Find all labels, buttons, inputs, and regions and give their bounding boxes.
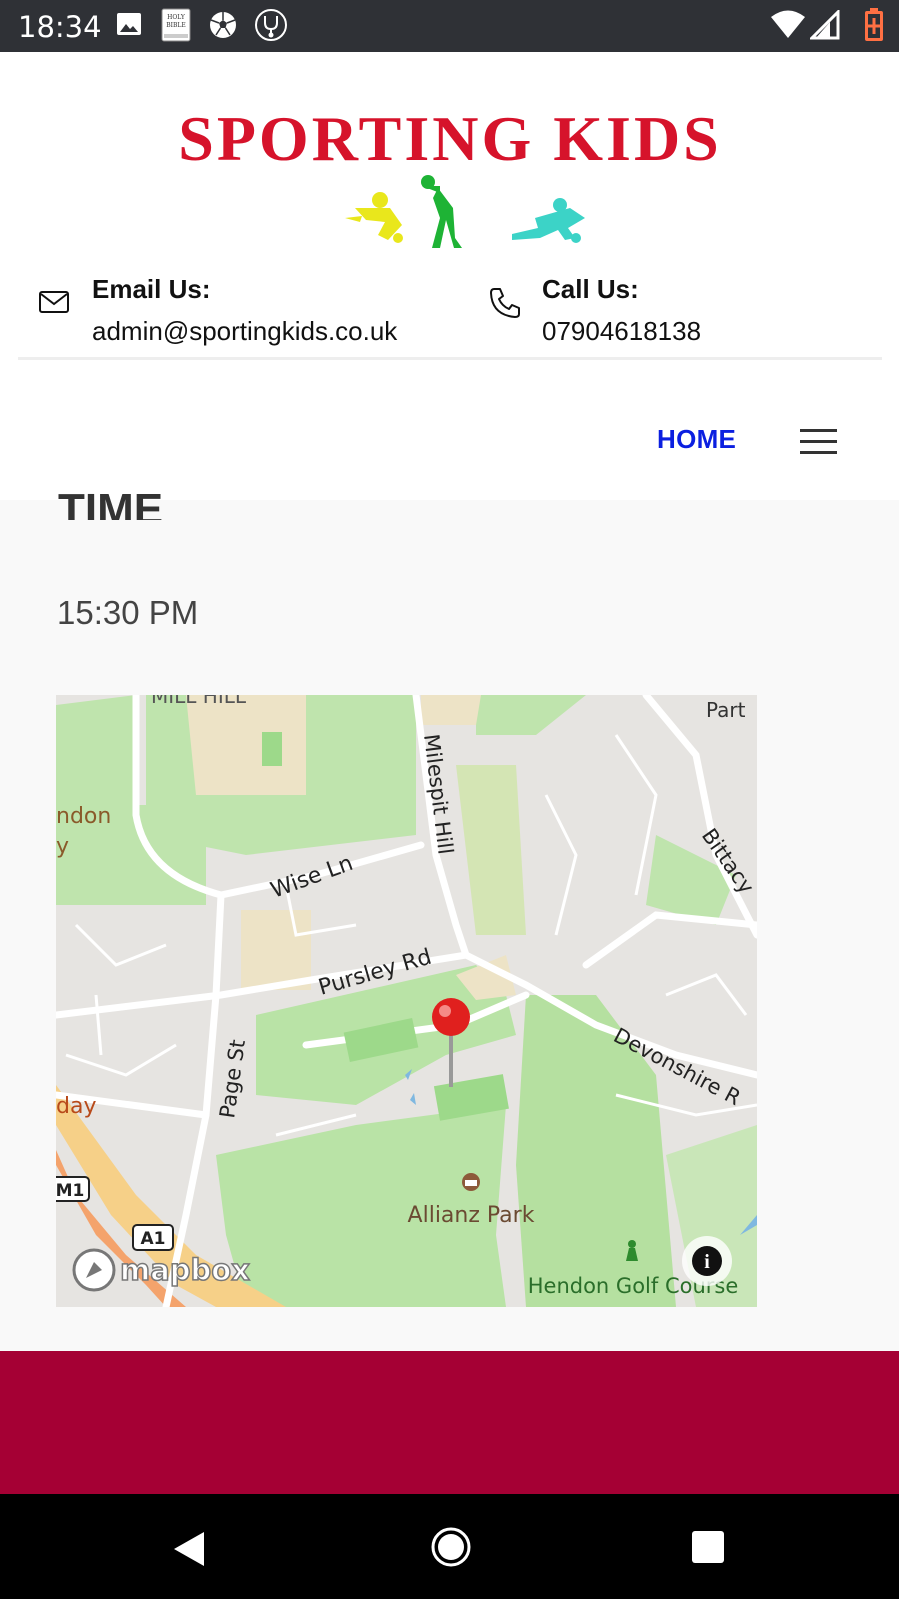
map-label-y: y xyxy=(56,834,69,859)
mapbox-logo-icon: mapbox xyxy=(72,1248,251,1292)
event-time: 15:30 PM xyxy=(57,594,199,631)
email-value[interactable]: admin@sportingkids.co.uk xyxy=(92,316,397,347)
stethoscope-icon xyxy=(255,9,287,41)
m1-shield-icon: M1 xyxy=(56,1176,90,1202)
recents-icon[interactable] xyxy=(691,1530,725,1564)
mail-icon xyxy=(39,291,69,313)
phone-icon xyxy=(490,288,520,318)
phone-value[interactable]: 07904618138 xyxy=(542,316,701,347)
map-attribution: mapbox xyxy=(120,1253,250,1287)
map-info-icon: i xyxy=(682,1236,732,1286)
header-divider xyxy=(18,357,882,360)
cyan-player-icon xyxy=(512,198,585,243)
section-title: TIME xyxy=(58,485,164,520)
stadium-icon xyxy=(462,1173,480,1191)
home-circle-icon[interactable] xyxy=(430,1526,472,1568)
phone-label: Call Us: xyxy=(542,274,639,304)
hamburger-menu-icon[interactable] xyxy=(800,429,837,455)
status-time: 18:34 xyxy=(18,10,102,44)
email-label: Email Us: xyxy=(92,274,211,304)
bible-text: HOLY xyxy=(167,14,186,21)
battery-icon xyxy=(865,8,883,41)
wifi-icon xyxy=(771,10,805,38)
sporting-kids-logo[interactable]: SPORTING KIDS xyxy=(140,90,760,250)
green-player-icon xyxy=(421,175,462,248)
map-label-a1: A1 xyxy=(141,1229,166,1249)
signal-icon xyxy=(810,10,840,40)
system-nav-bar xyxy=(0,1494,899,1599)
yellow-player-icon xyxy=(345,192,403,243)
site-header: SPORTING KIDS Email Us: admin@sportingki… xyxy=(0,52,899,500)
map-label-hendon: ndon xyxy=(56,804,111,829)
map-info-glyph: i xyxy=(704,1251,710,1273)
image-icon xyxy=(117,13,141,35)
footer-band xyxy=(0,1351,899,1494)
bible-icon: HOLY BIBLE xyxy=(161,8,191,42)
status-bar: 18:34 HOLY BIBLE xyxy=(0,0,899,52)
map-label-day: day xyxy=(56,1094,96,1119)
map-label-mill-hill: MILL HILL xyxy=(151,695,247,708)
map-canvas[interactable]: MILL HILL Part ndon y Milespit Hill Bitt… xyxy=(56,695,757,1307)
a1-shield-icon: A1 xyxy=(132,1224,174,1251)
nav-home-link[interactable]: HOME xyxy=(657,424,736,455)
soccer-ball-icon xyxy=(210,12,236,38)
map-label-m1: M1 xyxy=(56,1181,84,1201)
back-icon[interactable] xyxy=(170,1530,206,1568)
svg-text:BIBLE: BIBLE xyxy=(166,22,186,29)
logo-text: SPORTING KIDS xyxy=(178,103,722,174)
map-label-allianz-park: Allianz Park xyxy=(408,1203,535,1228)
map-label-part: Part xyxy=(706,698,746,722)
location-map[interactable]: MILL HILL Part ndon y Milespit Hill Bitt… xyxy=(56,695,757,1307)
